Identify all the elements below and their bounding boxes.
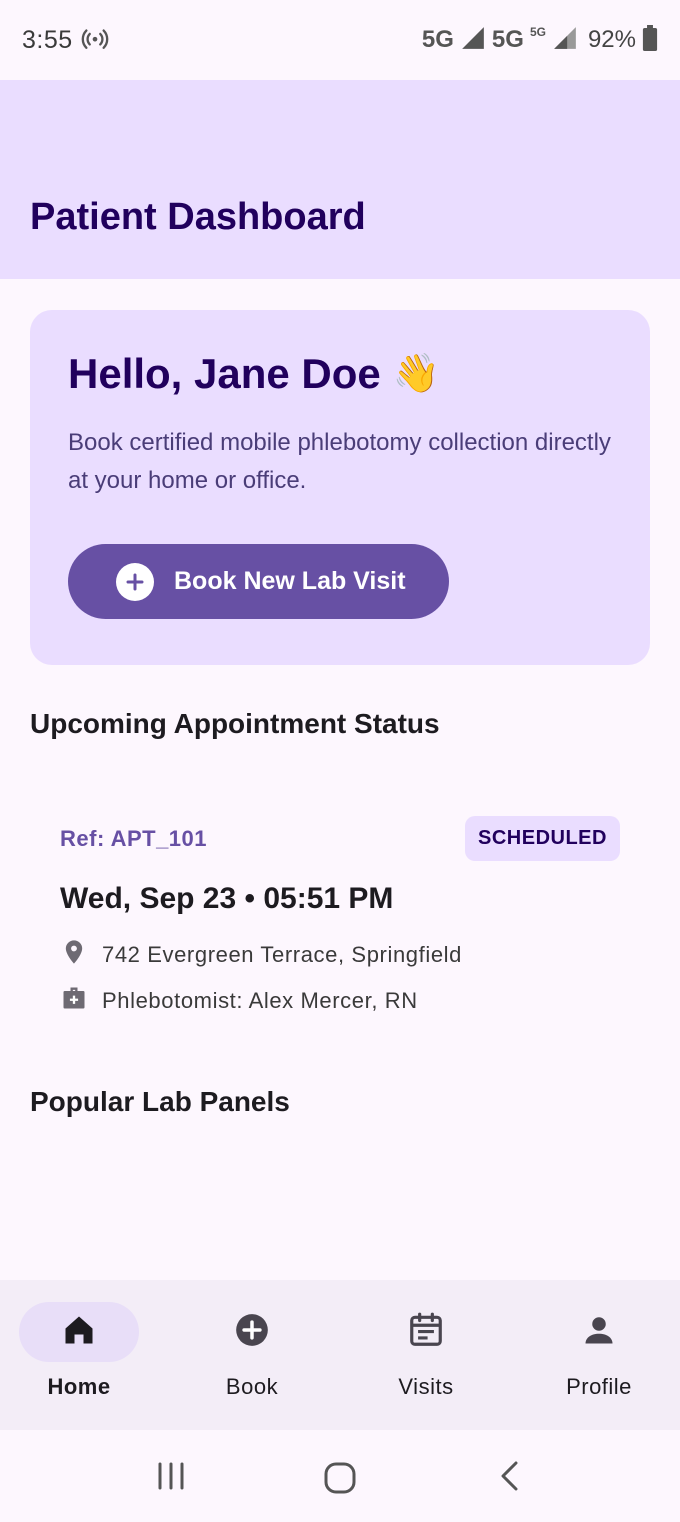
network-label-2: 5G xyxy=(491,26,524,53)
status-time: 3:55 xyxy=(22,25,73,54)
appointment-address: 742 Evergreen Terrace, Springfield xyxy=(102,942,462,967)
home-icon xyxy=(61,1312,97,1353)
page-title: Patient Dashboard xyxy=(30,196,366,238)
nav-pill-visits xyxy=(366,1302,486,1362)
popular-panels-section-title: Popular Lab Panels xyxy=(30,1086,290,1117)
status-badge: SCHEDULED xyxy=(465,816,620,861)
appointment-phlebotomist-row: Phlebotomist: Alex Mercer, RN xyxy=(60,984,418,1018)
nav-item-book[interactable]: Book xyxy=(167,1302,337,1412)
hotspot-icon xyxy=(81,24,109,57)
appointment-phlebotomist: Phlebotomist: Alex Mercer, RN xyxy=(102,988,418,1013)
network-label-3: 5G xyxy=(529,25,546,39)
nav-pill-book xyxy=(192,1302,312,1362)
location-pin-icon xyxy=(60,938,88,972)
appointment-address-row: 742 Evergreen Terrace, Springfield xyxy=(60,938,462,972)
greeting: Hello, Jane Doe 👋 xyxy=(68,350,440,398)
bottom-navigation: Home Book Visits Profile xyxy=(0,1280,680,1430)
add-circle-icon xyxy=(233,1311,271,1354)
appointment-datetime: Wed, Sep 23 • 05:51 PM xyxy=(60,882,394,915)
medical-bag-icon xyxy=(60,984,88,1018)
nav-label-book: Book xyxy=(225,1374,279,1399)
book-button-label: Book New Lab Visit xyxy=(174,567,406,595)
nav-label-visits: Visits xyxy=(398,1374,454,1399)
nav-pill-profile xyxy=(539,1302,659,1362)
status-right: 5G 5G 5G 92% xyxy=(421,24,658,56)
nav-item-visits[interactable]: Visits xyxy=(341,1302,511,1412)
signal-icon xyxy=(460,25,486,56)
status-left: 3:55 xyxy=(22,24,109,57)
nav-label-profile: Profile xyxy=(566,1374,632,1399)
app-bar: Patient Dashboard xyxy=(0,80,680,279)
appointment-card[interactable]: Ref: APT_101 SCHEDULED Wed, Sep 23 • 05:… xyxy=(30,790,650,1030)
book-new-lab-visit-button[interactable]: Book New Lab Visit xyxy=(68,544,449,619)
network-label-1: 5G xyxy=(421,26,454,53)
calendar-icon xyxy=(407,1311,445,1354)
waving-hand-icon: 👋 xyxy=(392,353,441,395)
nav-item-home[interactable]: Home xyxy=(0,1302,164,1412)
welcome-card: Hello, Jane Doe 👋 Book certified mobile … xyxy=(30,310,650,665)
plus-icon xyxy=(116,562,154,601)
nav-item-profile[interactable]: Profile xyxy=(514,1302,680,1412)
upcoming-section-title: Upcoming Appointment Status xyxy=(30,708,440,739)
signal-icon xyxy=(552,25,578,56)
back-icon[interactable] xyxy=(494,1460,526,1497)
nav-pill-home xyxy=(19,1302,139,1362)
person-icon xyxy=(581,1312,617,1353)
nav-label-home: Home xyxy=(47,1374,111,1399)
battery-icon xyxy=(642,24,658,56)
home-button-icon[interactable] xyxy=(322,1460,358,1501)
recent-apps-icon[interactable] xyxy=(155,1460,187,1497)
status-bar: 3:55 5G 5G 5G 92% xyxy=(0,0,680,80)
battery-percent: 92% xyxy=(587,26,636,53)
system-navigation-bar xyxy=(0,1430,680,1522)
appointment-ref: Ref: APT_101 xyxy=(60,826,208,851)
welcome-subtitle: Book certified mobile phlebotomy collect… xyxy=(68,429,611,494)
greeting-text: Hello, Jane Doe xyxy=(68,350,381,397)
